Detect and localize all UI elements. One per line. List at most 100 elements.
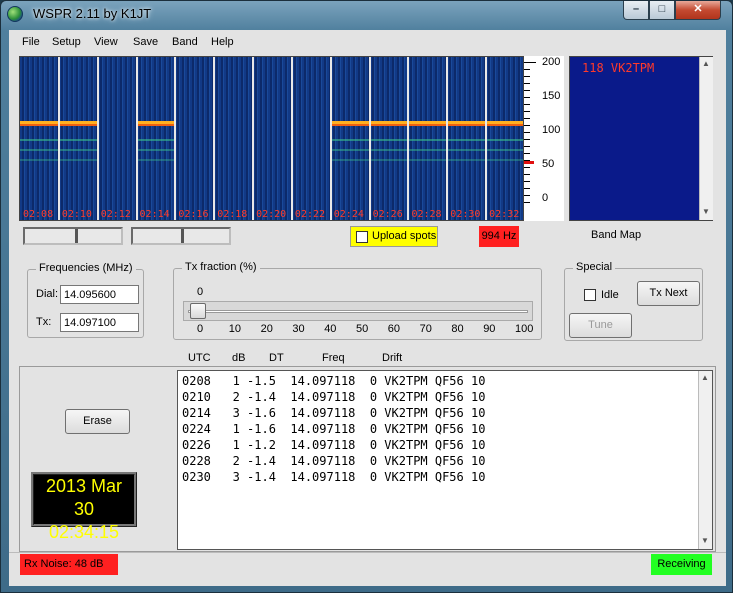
scale-tick [524,139,530,140]
menu-view[interactable]: View [94,36,118,48]
upload-spots-toggle[interactable]: Upload spots [350,226,438,247]
waterfall-segment [486,57,523,220]
waterfall-separator [135,57,138,220]
waterfall-display[interactable]: 02:08 02:10 02:12 02:14 02:16 02:18 02:20 02:22… [19,56,524,221]
title-bar[interactable]: WSPR 2.11 by K1JT – □ ✕ [1,1,732,29]
waterfall-separator [290,57,293,220]
waterfall-time-label: 02:18 [217,209,248,220]
decode-row[interactable]: 0224 1 -1.6 14.097118 0 VK2TPM QF56 10 [182,422,485,436]
app-window: WSPR 2.11 by K1JT – □ ✕ File Setup View … [0,0,733,593]
tune-button[interactable]: Tune [569,313,632,338]
scroll-up-icon[interactable]: ▲ [702,59,710,68]
scroll-up-icon[interactable]: ▲ [701,373,709,382]
decode-row[interactable]: 0226 1 -1.2 14.097118 0 VK2TPM QF56 10 [182,438,485,452]
erase-button[interactable]: Erase [65,409,130,434]
waterfall-time-label: 02:08 [23,209,54,220]
waterfall-time-label: 02:26 [372,209,403,220]
window-title: WSPR 2.11 by K1JT [33,6,152,21]
decoded-messages-list[interactable]: ▲ ▼ 0208 1 -1.5 14.097118 0 VK2TPM QF56 … [177,370,713,550]
utc-clock: 2013 Mar 30 02:34:15 [31,472,137,542]
contrast-slider-thumb[interactable] [181,229,184,243]
scale-label: 100 [542,124,561,136]
scale-tick [524,62,536,63]
frequencies-title: Frequencies (MHz) [36,262,136,274]
menu-help[interactable]: Help [211,36,234,48]
col-db: dB [232,352,246,364]
special-group: Special Idle Tx Next Tune [564,261,703,341]
scale-label: 200 [542,56,561,68]
waterfall-segment [330,57,370,220]
scale-label: 0 [542,192,549,204]
menu-file[interactable]: File [22,36,40,48]
waterfall-time-label: 02:28 [411,209,442,220]
tx-fraction-tick-label: 100 [515,323,534,335]
decode-scrollbar[interactable]: ▲ ▼ [698,371,712,549]
tx-fraction-tick-label: 70 [419,323,432,335]
waterfall-time-label: 02:30 [450,209,481,220]
frequency-scale: 200 150 100 50 0 [524,56,564,221]
scale-tick [524,111,530,112]
scale-label: 50 [542,158,555,170]
tx-fraction-title: Tx fraction (%) [182,261,260,273]
band-map: 118 VK2TPM ▲ ▼ [569,56,713,221]
menu-save[interactable]: Save [133,36,158,48]
tx-next-button[interactable]: Tx Next [637,281,700,306]
scale-tick [524,167,530,168]
tx-fraction-slider[interactable] [183,301,533,321]
scale-tick [524,69,530,70]
col-drift: Drift [382,352,403,364]
scale-tick [524,174,530,175]
scroll-down-icon[interactable]: ▼ [701,536,709,545]
scroll-down-icon[interactable]: ▼ [702,207,710,216]
idle-label: Idle [601,289,619,301]
brightness-slider[interactable] [23,227,123,245]
close-button[interactable]: ✕ [675,1,721,20]
idle-checkbox[interactable] [584,289,596,301]
waterfall-separator [213,57,216,220]
minimize-button[interactable]: – [623,1,649,20]
tx-frequency-input[interactable] [60,313,139,332]
waterfall-segment [408,57,448,220]
tx-fraction-tick-label: 50 [356,323,369,335]
decode-row[interactable]: 0214 3 -1.6 14.097118 0 VK2TPM QF56 10 [182,406,485,420]
scale-tick [524,181,530,182]
tx-fraction-groove [188,310,528,313]
decode-row[interactable]: 0230 3 -1.4 14.097118 0 VK2TPM QF56 10 [182,470,485,484]
waterfall-separator [368,57,371,220]
rx-noise-indicator: Rx Noise: 48 dB [20,554,118,575]
waterfall-segment [214,57,254,220]
upload-spots-label: Upload spots [372,230,437,242]
menu-band[interactable]: Band [172,36,198,48]
waterfall-separator [407,57,410,220]
clock-date: 2013 Mar 30 [45,476,123,519]
contrast-slider[interactable] [131,227,231,245]
waterfall-segment [20,57,59,220]
tx-fraction-tick-label: 30 [292,323,305,335]
band-map-scrollbar[interactable]: ▲ ▼ [699,57,713,220]
dial-label: Dial: [36,288,59,300]
dial-frequency-input[interactable] [60,285,139,304]
col-utc: UTC [188,352,211,364]
decode-row[interactable]: 0228 2 -1.4 14.097118 0 VK2TPM QF56 10 [182,454,485,468]
tx-fraction-tick-label: 60 [387,323,401,335]
scale-tick [524,118,530,119]
waterfall-time-label: 02:12 [100,209,131,220]
brightness-slider-thumb[interactable] [75,229,78,243]
decode-row[interactable]: 0208 1 -1.5 14.097118 0 VK2TPM QF56 10 [182,374,485,388]
waterfall-segment [291,57,331,220]
decode-row[interactable]: 0210 2 -1.4 14.097118 0 VK2TPM QF56 10 [182,390,485,404]
maximize-button[interactable]: □ [649,1,675,20]
waterfall-time-label: 02:10 [61,209,92,220]
waterfall-segment [58,57,98,220]
waterfall-separator [485,57,488,220]
scale-tick [524,125,530,126]
band-map-label: Band Map [591,229,642,241]
tx-fraction-value: 0 [197,286,204,298]
waterfall-segment [136,57,176,220]
scale-tick [524,160,530,161]
menu-setup[interactable]: Setup [52,36,81,48]
upload-spots-checkbox[interactable] [356,231,368,243]
scale-tick [524,202,530,203]
waterfall-separator [446,57,449,220]
tx-fraction-thumb[interactable] [190,303,206,319]
